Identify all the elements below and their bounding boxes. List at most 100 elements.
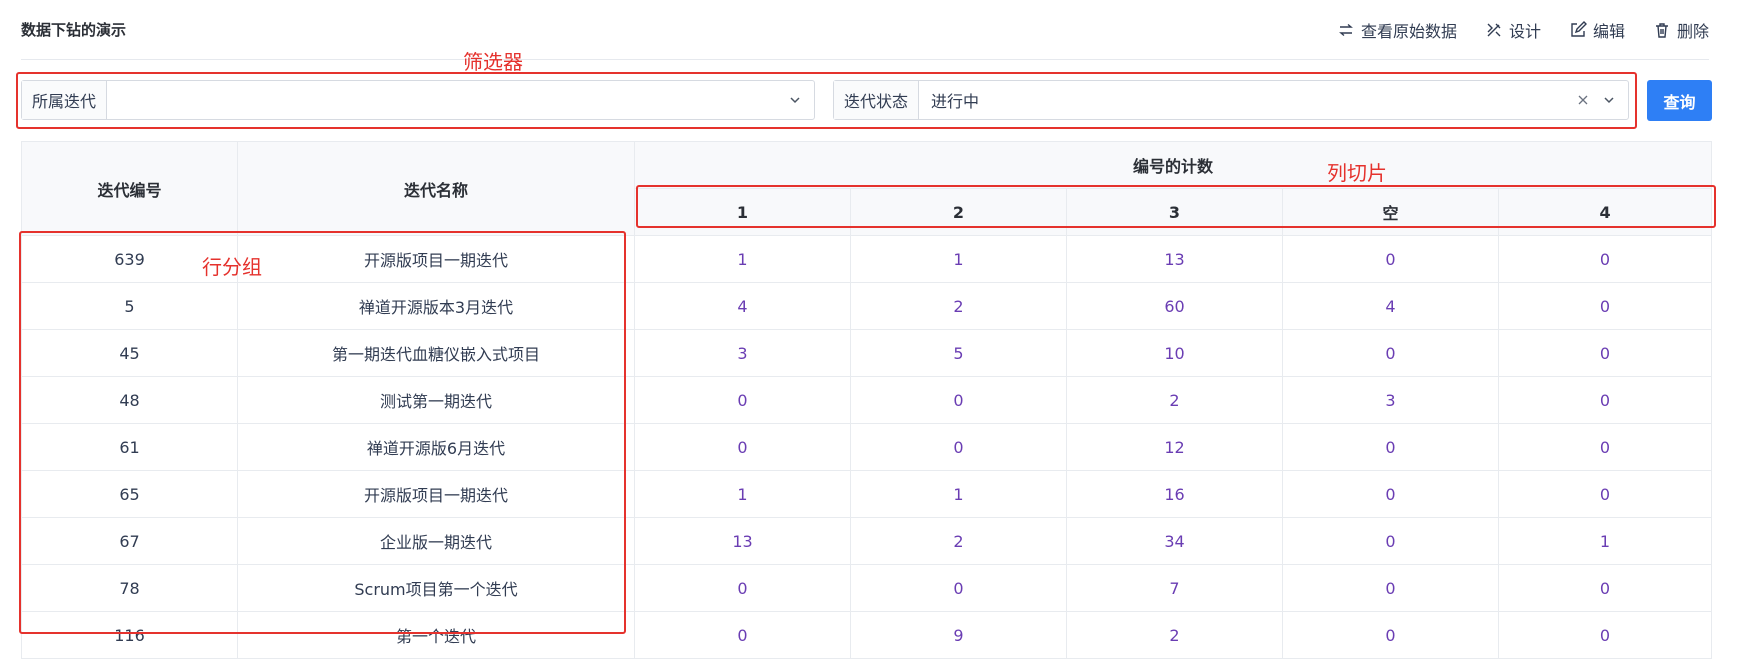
view-raw-data-label: 查看原始数据 xyxy=(1360,22,1457,41)
pivot-table: 迭代编号 迭代名称 编号的计数 1 2 3 空 4 639 开源版项目一期迭代 1 1… xyxy=(21,141,1713,659)
slice-header: 4 xyxy=(1497,188,1713,236)
iteration-id-cell: 61 xyxy=(21,423,238,471)
count-cell[interactable]: 0 xyxy=(634,564,851,612)
edit-icon xyxy=(1571,21,1587,37)
delete-label: 删除 xyxy=(1676,22,1709,41)
count-cell[interactable]: 34 xyxy=(1066,517,1283,565)
count-cell[interactable]: 0 xyxy=(1497,376,1713,424)
row-group-annotation-label: 行分组 xyxy=(202,255,262,279)
iteration-name-cell: 开源版项目一期迭代 xyxy=(237,235,635,283)
table-row: 65 开源版项目一期迭代 1 1 16 0 0 xyxy=(21,470,1713,518)
count-cell[interactable]: 7 xyxy=(1066,564,1283,612)
table-row: 5 禅道开源版本3月迭代 4 2 60 4 0 xyxy=(21,282,1713,330)
edit-button[interactable]: 编辑 xyxy=(1569,18,1625,42)
iteration-filter[interactable]: 所属迭代 xyxy=(21,80,815,120)
iteration-id-cell: 65 xyxy=(21,470,238,518)
iteration-name-cell: 第一个迭代 xyxy=(237,611,635,659)
iteration-id-cell: 5 xyxy=(21,282,238,330)
count-cell[interactable]: 16 xyxy=(1066,470,1283,518)
count-cell[interactable]: 0 xyxy=(850,564,1067,612)
slice-header: 2 xyxy=(850,188,1067,236)
count-cell[interactable]: 0 xyxy=(634,376,851,424)
count-cell[interactable]: 0 xyxy=(1497,564,1713,612)
chevron-down-icon[interactable] xyxy=(1602,93,1616,107)
slice-header: 1 xyxy=(634,188,851,236)
count-cell[interactable]: 0 xyxy=(1282,517,1499,565)
group-header: 编号的计数 xyxy=(633,141,1713,189)
count-cell[interactable]: 5 xyxy=(850,329,1067,377)
design-button[interactable]: 设计 xyxy=(1485,18,1541,42)
count-cell[interactable]: 3 xyxy=(1282,376,1499,424)
column-slice-annotation-label: 列切片 xyxy=(1327,161,1387,185)
count-cell[interactable]: 0 xyxy=(1497,423,1713,471)
count-cell[interactable]: 12 xyxy=(1066,423,1283,471)
slice-header: 空 xyxy=(1282,188,1499,236)
count-cell[interactable]: 2 xyxy=(1066,611,1283,659)
count-cell[interactable]: 1 xyxy=(634,470,851,518)
status-filter-label: 迭代状态 xyxy=(834,81,920,119)
count-cell[interactable]: 0 xyxy=(1282,423,1499,471)
count-cell[interactable]: 1 xyxy=(1497,517,1713,565)
iteration-id-cell: 67 xyxy=(21,517,238,565)
count-cell[interactable]: 0 xyxy=(1497,329,1713,377)
col-header-id: 迭代编号 xyxy=(21,141,238,236)
count-cell[interactable]: 10 xyxy=(1066,329,1283,377)
chevron-down-icon[interactable] xyxy=(788,93,802,107)
count-cell[interactable]: 0 xyxy=(1497,611,1713,659)
toolbar-actions: 查看原始数据 设计 编辑 删除 xyxy=(1337,18,1709,42)
count-cell[interactable]: 0 xyxy=(634,423,851,471)
delete-button[interactable]: 删除 xyxy=(1653,18,1709,42)
iteration-name-cell: 企业版一期迭代 xyxy=(237,517,635,565)
count-cell[interactable]: 4 xyxy=(1282,282,1499,330)
query-button[interactable]: 查询 xyxy=(1647,80,1712,121)
design-label: 设计 xyxy=(1508,22,1541,41)
iteration-name-cell: 禅道开源版本3月迭代 xyxy=(237,282,635,330)
design-tools-icon xyxy=(1487,23,1501,37)
iteration-id-cell: 78 xyxy=(21,564,238,612)
table-row: 116 第一个迭代 0 9 2 0 0 xyxy=(21,611,1713,659)
iteration-filter-label: 所属迭代 xyxy=(22,81,108,119)
table-row: 639 开源版项目一期迭代 1 1 13 0 0 xyxy=(21,235,1713,283)
count-cell[interactable]: 0 xyxy=(1282,564,1499,612)
count-cell[interactable]: 2 xyxy=(850,517,1067,565)
iteration-name-cell: 开源版项目一期迭代 xyxy=(237,470,635,518)
swap-arrows-icon xyxy=(1339,23,1353,37)
count-cell[interactable]: 0 xyxy=(1282,235,1499,283)
count-cell[interactable]: 0 xyxy=(1497,470,1713,518)
count-cell[interactable]: 0 xyxy=(1282,611,1499,659)
status-filter[interactable]: 迭代状态 进行中 xyxy=(833,80,1629,120)
count-cell[interactable]: 0 xyxy=(850,423,1067,471)
table-row: 67 企业版一期迭代 13 2 34 0 1 xyxy=(21,517,1713,565)
count-cell[interactable]: 0 xyxy=(634,611,851,659)
count-cell[interactable]: 13 xyxy=(1066,235,1283,283)
count-cell[interactable]: 60 xyxy=(1066,282,1283,330)
count-cell[interactable]: 1 xyxy=(850,235,1067,283)
iteration-filter-value[interactable] xyxy=(107,81,788,119)
edit-label: 编辑 xyxy=(1592,22,1625,41)
iteration-id-cell: 116 xyxy=(21,611,238,659)
count-cell[interactable]: 2 xyxy=(850,282,1067,330)
status-filter-value[interactable]: 进行中 xyxy=(919,81,1576,119)
count-cell[interactable]: 0 xyxy=(850,376,1067,424)
table-row: 61 禅道开源版6月迭代 0 0 12 0 0 xyxy=(21,423,1713,471)
count-cell[interactable]: 3 xyxy=(634,329,851,377)
table-row: 78 Scrum项目第一个迭代 0 0 7 0 0 xyxy=(21,564,1713,612)
count-cell[interactable]: 1 xyxy=(634,235,851,283)
count-cell[interactable]: 0 xyxy=(1282,470,1499,518)
iteration-id-cell: 48 xyxy=(21,376,238,424)
count-cell[interactable]: 1 xyxy=(850,470,1067,518)
count-cell[interactable]: 2 xyxy=(1066,376,1283,424)
count-cell[interactable]: 0 xyxy=(1282,329,1499,377)
slice-header: 3 xyxy=(1066,188,1283,236)
trash-icon xyxy=(1655,23,1668,38)
count-cell[interactable]: 9 xyxy=(850,611,1067,659)
view-raw-data-button[interactable]: 查看原始数据 xyxy=(1337,18,1457,42)
count-cell[interactable]: 0 xyxy=(1497,282,1713,330)
count-cell[interactable]: 4 xyxy=(634,282,851,330)
count-cell[interactable]: 0 xyxy=(1497,235,1713,283)
count-cell[interactable]: 13 xyxy=(634,517,851,565)
iteration-name-cell: 测试第一期迭代 xyxy=(237,376,635,424)
iteration-name-cell: 第一期迭代血糖仪嵌入式项目 xyxy=(237,329,635,377)
page-title: 数据下钻的演示 xyxy=(21,21,127,39)
clear-icon[interactable] xyxy=(1576,93,1590,107)
